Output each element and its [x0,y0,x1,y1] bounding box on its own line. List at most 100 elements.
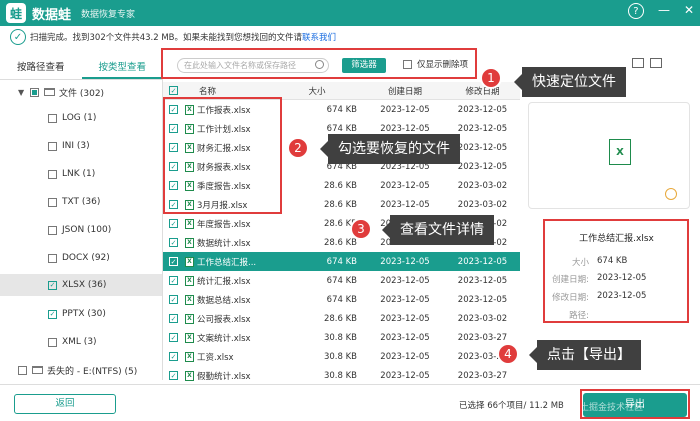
tree-item-lost[interactable]: 丢失的 - E:(NTFS) (5) [18,360,137,380]
cell-name: 公司报表.xlsx [197,314,251,325]
checkbox[interactable] [48,225,57,235]
table-row[interactable]: ✓ X 工资.xlsx 30.8 KB 2023-12-05 2023-03-27 [163,347,520,366]
cell-name: 工作总结汇报... [197,257,257,268]
scan-status: ✓ 扫描完成。找到302个文件共43.2 MB。如果未能找到您想找回的文件请 联… [0,26,700,48]
cell-modified: 2023-03-02 [457,180,508,191]
annotation-badge-3: 3 [350,218,372,240]
col-created[interactable]: 创建日期 [365,85,445,97]
tree-item-label: PPTX (30) [62,309,106,319]
view-toggle [632,58,662,68]
xlsx-file-icon: X [185,237,194,248]
row-checkbox[interactable]: ✓ [169,276,178,285]
cell-created: 2023-12-05 [380,104,430,115]
chevron-down-icon[interactable]: ▼ [18,88,28,97]
list-view-icon[interactable] [650,58,662,68]
row-checkbox[interactable]: ✓ [169,371,178,380]
tree-item-xlsx[interactable]: ✓ XLSX (36) [0,274,162,296]
tree-item-label: TXT (36) [62,197,101,207]
col-modified[interactable]: 修改日期 [445,85,520,97]
xlsx-file-icon: X [185,332,194,343]
cell-name: 工资.xlsx [197,352,234,363]
zoom-icon[interactable] [665,188,677,200]
cell-created: 2023-12-05 [380,199,430,210]
tree-item-lnk[interactable]: LNK (1) [48,164,95,184]
table-row[interactable]: ✓ X 公司报表.xlsx 28.6 KB 2023-12-05 2023-03-02 [163,309,520,328]
app-name: 数据蛙 [32,7,72,23]
tree-item-txt[interactable]: TXT (36) [48,192,100,212]
table-row[interactable]: ✓ X 数据总结.xlsx 674 KB 2023-12-05 2023-12-05 [163,290,520,309]
contact-us-link[interactable]: 联系我们 [302,31,336,43]
row-checkbox[interactable]: ✓ [169,257,178,266]
xlsx-file-icon: X [185,294,194,305]
close-button[interactable]: ✕ [684,3,694,19]
tab-by-path[interactable]: 按路径查看 [0,58,82,79]
table-row[interactable]: ✓ X 假勤统计.xlsx 30.8 KB 2023-12-05 2023-03-27 [163,366,520,385]
checkbox[interactable]: ✓ [48,309,57,319]
folder-icon [32,366,43,374]
selection-info: 已选择 66个项目/ 11.2 MB [459,401,564,411]
annotation-box-2 [163,97,282,214]
checkbox[interactable] [48,141,57,151]
minimize-button[interactable]: — [658,3,670,19]
checkbox[interactable]: ✓ [48,280,57,290]
checkbox[interactable] [48,197,57,207]
tree-root-label: 文件 (302) [59,88,105,99]
checkbox[interactable] [48,253,57,263]
root-checkbox[interactable] [30,87,39,97]
tab-by-type[interactable]: 按类型查看 [81,58,163,79]
row-checkbox[interactable]: ✓ [169,295,178,304]
row-checkbox[interactable]: ✓ [169,352,178,361]
cell-name: 统计汇报.xlsx [197,276,251,287]
title-bar: 蛙 数据蛙 数据恢复专家 ? — ✕ [0,0,700,26]
checkbox[interactable] [48,337,57,347]
annotation-callout-3: 查看文件详情 [382,215,494,245]
cell-name: 年度报告.xlsx [197,219,251,230]
cell-size: 28.6 KB [323,199,357,210]
help-icon[interactable]: ? [627,3,644,19]
xlsx-file-icon: X [609,139,631,165]
annotation-callout-4: 点击【导出】 [529,340,641,370]
checkbox[interactable] [18,365,27,375]
tree-root[interactable]: ▼ 文件 (302) [18,82,104,102]
table-row[interactable]: ✓ X 工作总结汇报... 674 KB 2023-12-05 2023-12-05 [163,252,520,271]
checkbox[interactable] [48,113,57,123]
tree-item-label: XLSX (36) [62,280,107,290]
tree-item-ini[interactable]: INI (3) [48,136,90,156]
cell-modified: 2023-03-27 [457,332,508,343]
xlsx-file-icon: X [185,275,194,286]
annotation-badge-4: 4 [497,343,519,365]
tree-item-json[interactable]: JSON (100) [48,220,111,240]
tree-item-label: LOG (1) [62,113,97,123]
back-button[interactable]: 返回 [14,394,116,414]
col-size[interactable]: 大小 [277,85,365,97]
select-all-checkbox[interactable]: ✓ [169,86,178,95]
annotation-badge-2: 2 [287,137,309,159]
xlsx-file-icon: X [185,218,194,229]
checkbox[interactable] [48,169,57,179]
col-name[interactable]: 名称 [185,85,277,97]
tree-item-xml[interactable]: XML (3) [48,332,97,352]
table-row[interactable]: ✓ X 统计汇报.xlsx 674 KB 2023-12-05 2023-12-05 [163,271,520,290]
tree-item-label: XML (3) [62,337,97,347]
row-checkbox[interactable]: ✓ [169,238,178,247]
folder-icon [44,88,55,96]
cell-modified: 2023-03-02 [457,199,508,210]
tree-item-pptx[interactable]: ✓ PPTX (30) [48,304,106,324]
tree-item-log[interactable]: LOG (1) [48,108,96,128]
grid-view-icon[interactable] [632,58,644,68]
row-checkbox[interactable]: ✓ [169,333,178,342]
cell-created: 2023-12-05 [380,313,430,324]
table-row[interactable]: ✓ X 文案统计.xlsx 30.8 KB 2023-12-05 2023-03-27 [163,328,520,347]
cell-modified: 2023-12-05 [457,275,508,286]
cell-size: 28.6 KB [323,313,357,324]
cell-size: 674 KB [326,294,357,305]
cell-modified: 2023-12-05 [457,123,508,134]
view-tabs: 按路径查看 按类型查看 [0,58,163,80]
annotation-callout-1: 快速定位文件 [514,67,626,97]
cell-modified: 2023-03-27 [457,370,508,381]
annotation-callout-2: 勾选要恢复的文件 [320,134,460,164]
row-checkbox[interactable]: ✓ [169,314,178,323]
row-checkbox[interactable]: ✓ [169,219,178,228]
tree-item-docx[interactable]: DOCX (92) [48,248,110,268]
file-type-tree: ▼ 文件 (302) LOG (1) INI (3) LNK (1) TXT (… [0,80,163,380]
